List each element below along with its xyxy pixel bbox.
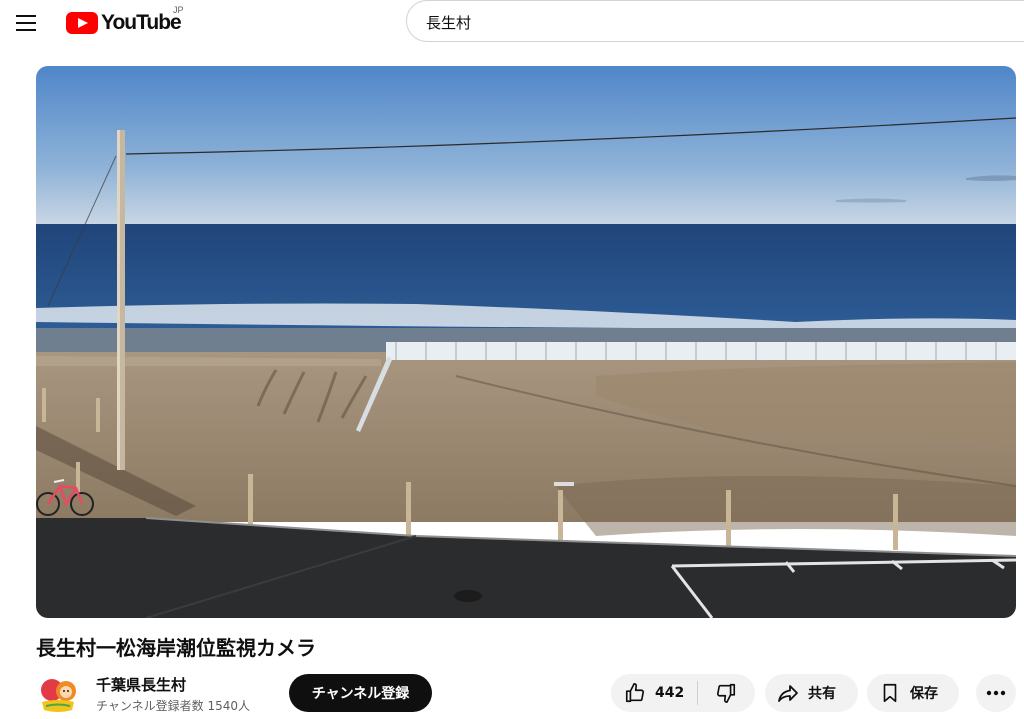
search-input[interactable]: 長生村 <box>406 0 1024 42</box>
share-button[interactable]: 共有 <box>765 674 858 712</box>
save-button[interactable]: 保存 <box>867 674 959 712</box>
video-frame-beach-camera <box>36 66 1016 618</box>
save-label: 保存 <box>910 686 938 702</box>
channel-avatar[interactable] <box>36 672 80 716</box>
video-player[interactable] <box>36 66 1016 618</box>
share-label: 共有 <box>808 686 836 702</box>
like-dislike-group: 442 <box>611 674 755 712</box>
subscribe-button[interactable]: チャンネル登録 <box>289 674 432 712</box>
hamburger-menu-icon[interactable] <box>14 11 38 35</box>
more-horizontal-icon <box>984 681 1008 705</box>
bookmark-icon <box>878 681 902 705</box>
subscriber-count: チャンネル登録者数 1540人 <box>96 699 250 713</box>
logo-text: YouTube <box>101 11 182 34</box>
search-value: 長生村 <box>426 14 472 32</box>
more-actions-button[interactable] <box>976 674 1016 712</box>
share-arrow-icon <box>776 681 800 705</box>
dislike-button[interactable] <box>698 674 754 712</box>
youtube-logo[interactable]: YouTube <box>66 10 182 36</box>
mascot-avatar-icon <box>36 672 80 716</box>
like-count: 442 <box>655 685 685 701</box>
youtube-play-icon <box>66 12 98 34</box>
logo-region: JP <box>173 5 184 15</box>
thumbs-up-icon <box>623 681 647 705</box>
video-title: 長生村一松海岸潮位監視カメラ <box>36 636 316 660</box>
channel-name[interactable]: 千葉県長生村 <box>96 674 186 695</box>
top-bar: YouTube JP 長生村 <box>0 0 1024 46</box>
thumbs-down-icon <box>714 681 738 705</box>
like-button[interactable]: 442 <box>611 674 697 712</box>
